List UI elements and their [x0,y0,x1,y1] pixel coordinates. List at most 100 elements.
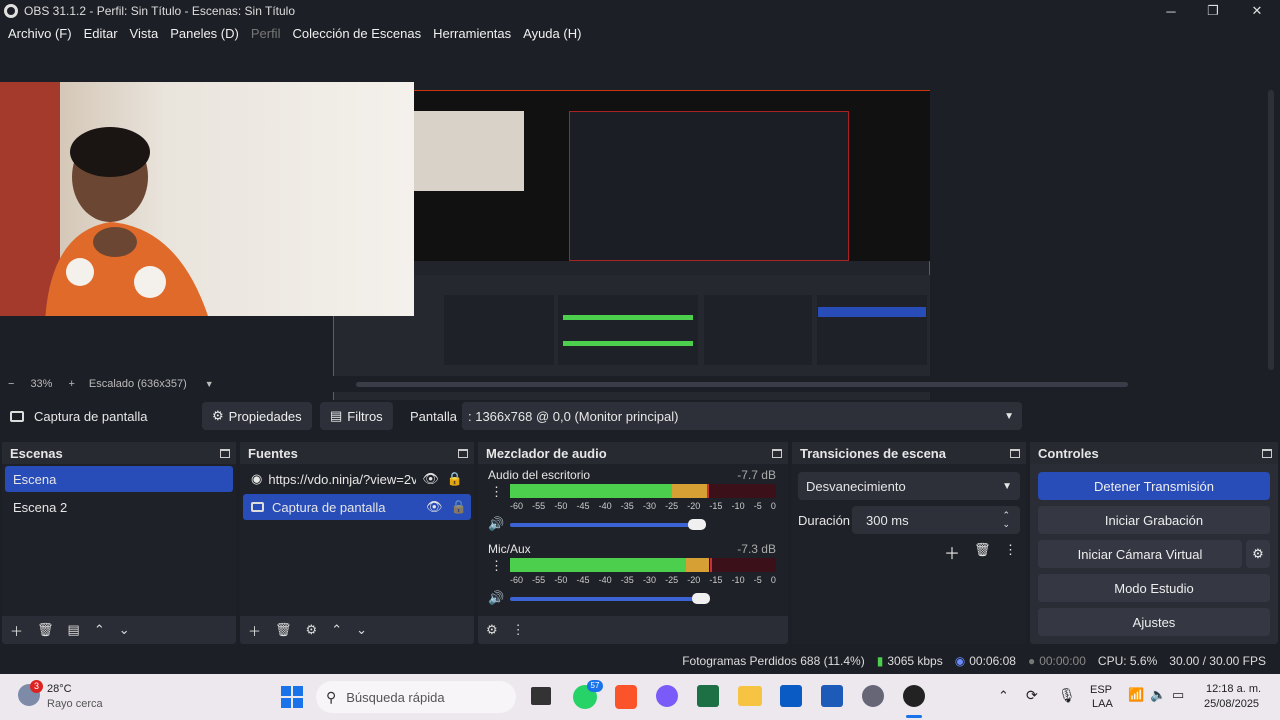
duration-spinbox[interactable]: 300 ms ⌃ ⌄ [852,506,1020,534]
close-button[interactable]: ✕ [1236,0,1278,22]
title-bar: OBS 31.1.2 - Perfil: Sin Título - Escena… [0,0,1280,22]
menu-paneles[interactable]: Paneles (D) [170,26,239,41]
brave-icon[interactable] [615,685,637,709]
filter-icon[interactable]: ▤ [68,622,80,638]
language-code[interactable]: ESP [1090,684,1112,696]
eye-icon[interactable]: 👁 [422,471,439,487]
undock-icon[interactable] [1010,448,1020,458]
menu-vista[interactable]: Vista [130,26,159,41]
virtual-camera-settings-button[interactable]: ⚙ [1246,540,1270,568]
sources-dock: Fuentes ◉ https://vdo.ninja/?view=2v 👁 🔒… [240,442,474,644]
excel-icon[interactable] [697,685,719,707]
speaker-icon[interactable]: 🔊 [488,590,504,606]
undock-icon[interactable] [1262,448,1272,458]
sources-list: ◉ https://vdo.ninja/?view=2v 👁 🔒 Captura… [240,464,474,616]
menu-ayuda[interactable]: Ayuda (H) [523,26,581,41]
preview-canvas[interactable] [0,44,1280,420]
move-down-icon[interactable]: ⌄ [119,622,130,638]
move-down-icon[interactable]: ⌄ [356,622,367,638]
transitions-dock: Transiciones de escena Desvanecimiento ▼… [792,442,1026,644]
store-icon[interactable] [780,685,802,707]
globe-icon: ◉ [251,471,263,486]
more-icon[interactable]: ⋮ [490,484,503,500]
volume-slider[interactable] [510,519,706,530]
trash-icon[interactable]: 🗑 [275,622,292,638]
speaker-icon[interactable]: 🔊 [488,516,504,532]
volume-slider[interactable] [510,593,710,604]
move-up-icon[interactable]: ⌃ [94,622,105,638]
task-view-icon[interactable] [531,687,551,705]
source-item[interactable]: Captura de pantalla 👁 🔒 [243,494,471,520]
unlock-icon[interactable]: 🔒 [451,499,467,515]
settings-app-icon[interactable] [862,685,884,707]
scaling-label: Escalado (636x357) [88,378,187,390]
spin-arrows-icon[interactable]: ⌃ ⌄ [1002,511,1010,529]
menu-herramientas[interactable]: Herramientas [433,26,511,41]
volume-icon[interactable]: 🔈 [1150,687,1166,703]
preview-scrollbar[interactable] [356,382,1128,387]
add-icon[interactable]: ＋ [10,621,23,640]
volume-slider-knob[interactable] [692,593,710,604]
minimize-button[interactable]: ─ [1150,0,1192,22]
menu-perfil[interactable]: Perfil [251,26,281,41]
clock-time[interactable]: 12:18 a. m. [1206,683,1261,695]
word-icon[interactable] [821,685,843,707]
microphone-icon[interactable]: 🎙 [1058,687,1076,704]
filters-button[interactable]: ▤ Filtros [320,402,393,430]
chevron-up-icon[interactable]: ⌃ [998,688,1009,704]
display-label: Pantalla [410,409,457,424]
eye-icon[interactable]: 👁 [426,499,443,515]
maximize-button[interactable]: ❐ [1192,0,1234,22]
scenes-dock: Escenas Escena Escena 2 ＋ 🗑 ▤ ⌃ ⌄ [2,442,236,644]
transition-select[interactable]: Desvanecimiento ▼ [798,472,1020,500]
add-icon[interactable]: ＋ [248,621,261,640]
sync-icon[interactable]: ⟳ [1026,687,1038,704]
add-icon[interactable]: ＋ [944,540,960,564]
trash-icon[interactable]: 🗑 [37,622,54,638]
more-icon[interactable]: ⋮ [512,622,525,638]
trash-icon[interactable]: 🗑 [974,542,991,558]
scene-item[interactable]: Escena [5,466,233,492]
wifi-icon[interactable]: 📶 [1128,687,1144,703]
screen-capture-preview [333,90,930,420]
more-icon[interactable]: ⋮ [1004,542,1017,558]
virtual-camera-button[interactable]: Iniciar Cámara Virtual [1038,540,1242,568]
start-icon[interactable] [281,686,303,708]
scaling-dropdown-icon[interactable]: ▼ [205,379,214,389]
copilot-icon[interactable] [656,685,678,707]
stop-stream-button[interactable]: Detener Transmisión [1038,472,1270,500]
lock-icon[interactable]: 🔒 [447,471,463,487]
zoom-out-button[interactable]: − [8,378,14,390]
obs-app-icon[interactable] [903,685,925,707]
file-explorer-icon[interactable] [738,686,762,706]
gear-icon[interactable]: ⚙ [306,622,318,638]
more-icon[interactable]: ⋮ [490,558,503,574]
source-item[interactable]: ◉ https://vdo.ninja/?view=2v 👁 🔒 [243,466,471,492]
display-select[interactable]: : 1366x768 @ 0,0 (Monitor principal) ▼ [462,402,1022,430]
menu-editar[interactable]: Editar [84,26,118,41]
search-bar[interactable]: ⚲ Búsqueda rápida [316,681,516,713]
weather-temp: 28°C [47,683,72,695]
settings-button[interactable]: Ajustes [1038,608,1270,636]
scene-item[interactable]: Escena 2 [5,494,233,520]
undock-icon[interactable] [458,448,468,458]
studio-mode-button[interactable]: Modo Estudio [1038,574,1270,602]
zoom-in-button[interactable]: + [68,378,74,390]
battery-icon[interactable]: ▭ [1172,687,1184,703]
menu-archivo[interactable]: Archivo (F) [8,26,72,41]
menu-coleccion-escenas[interactable]: Colección de Escenas [292,26,421,41]
scenes-title: Escenas [10,445,63,461]
keyboard-layout[interactable]: LAA [1092,698,1113,710]
start-recording-button[interactable]: Iniciar Grabación [1038,506,1270,534]
search-placeholder: Búsqueda rápida [346,689,445,705]
mixer-settings-icon[interactable]: ⚙ [486,622,498,638]
volume-slider-knob[interactable] [688,519,706,530]
move-up-icon[interactable]: ⌃ [331,622,342,638]
weather-badge: 3 [30,680,43,693]
properties-button[interactable]: ⚙ Propiedades [202,402,312,430]
clock-date[interactable]: 25/08/2025 [1204,698,1259,710]
undock-icon[interactable] [772,448,782,458]
fps: 30.00 / 30.00 FPS [1169,654,1266,668]
mixer-title: Mezclador de audio [486,445,607,461]
undock-icon[interactable] [220,448,230,458]
